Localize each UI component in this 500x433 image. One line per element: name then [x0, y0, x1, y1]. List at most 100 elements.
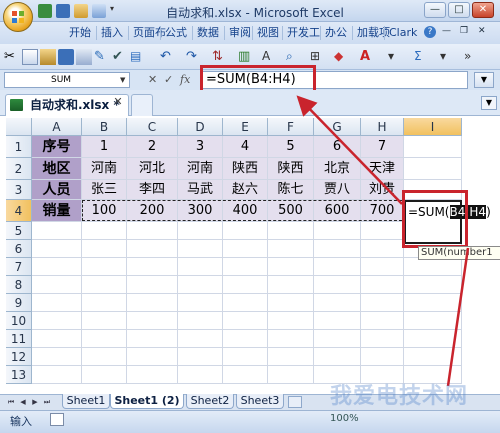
insert-sheet-icon[interactable]: [288, 396, 302, 408]
zoom-level[interactable]: 100%: [330, 413, 359, 424]
column-header-a[interactable]: A: [32, 118, 82, 136]
cell-b3[interactable]: 张三: [82, 180, 127, 200]
column-header-b[interactable]: B: [82, 118, 127, 136]
row-header-3[interactable]: 3: [6, 180, 32, 200]
select-all-corner[interactable]: [6, 118, 32, 136]
cell-i2[interactable]: [404, 158, 462, 180]
column-header-c[interactable]: C: [127, 118, 178, 136]
cell-f2[interactable]: 陕西: [268, 158, 314, 180]
cell-f6[interactable]: [268, 240, 314, 258]
cell-b13[interactable]: [82, 366, 127, 384]
function-tooltip[interactable]: SUM(number1: [418, 246, 500, 260]
cell-h5[interactable]: [361, 222, 404, 240]
print-icon[interactable]: [76, 49, 92, 65]
column-header-f[interactable]: F: [268, 118, 314, 136]
cell-d9[interactable]: [178, 294, 223, 312]
close-window-button[interactable]: ✕: [472, 2, 494, 18]
cell-b9[interactable]: [82, 294, 127, 312]
close-workbook-icon[interactable]: ✕: [111, 95, 125, 111]
cell-h3[interactable]: 刘贵: [361, 180, 404, 200]
cell-g5[interactable]: [314, 222, 361, 240]
cell-e10[interactable]: [223, 312, 268, 330]
cell-i9[interactable]: [404, 294, 462, 312]
tab-developer[interactable]: 开发工: [284, 24, 323, 42]
tab-office[interactable]: 办公: [322, 24, 350, 42]
cell-b1[interactable]: 1: [82, 136, 127, 158]
row-header-5[interactable]: 5: [6, 222, 32, 240]
cell-a8[interactable]: [32, 276, 82, 294]
cell-b10[interactable]: [82, 312, 127, 330]
cell-c12[interactable]: [127, 348, 178, 366]
cancel-formula-icon[interactable]: ✕: [148, 73, 157, 86]
cell-e12[interactable]: [223, 348, 268, 366]
cell-g2[interactable]: 北京: [314, 158, 361, 180]
cell-d6[interactable]: [178, 240, 223, 258]
cell-c8[interactable]: [127, 276, 178, 294]
sheet-tab[interactable]: Sheet2: [186, 394, 234, 409]
cell-h9[interactable]: [361, 294, 404, 312]
font-size-icon[interactable]: A: [262, 49, 278, 65]
function-icon[interactable]: Σ: [414, 49, 430, 65]
sort-icon[interactable]: ⇅: [212, 49, 228, 65]
column-header-i[interactable]: I: [404, 118, 462, 136]
cell-i12[interactable]: [404, 348, 462, 366]
cell-e3[interactable]: 赵六: [223, 180, 268, 200]
column-header-d[interactable]: D: [178, 118, 223, 136]
cell-a1[interactable]: 序号: [32, 136, 82, 158]
sheet-tab[interactable]: Sheet3: [236, 394, 284, 409]
cell-d3[interactable]: 马武: [178, 180, 223, 200]
cell-g7[interactable]: [314, 258, 361, 276]
cell-f3[interactable]: 陈七: [268, 180, 314, 200]
cell-g3[interactable]: 贾八: [314, 180, 361, 200]
row-header-11[interactable]: 11: [6, 330, 32, 348]
row-header-10[interactable]: 10: [6, 312, 32, 330]
sheet-tab[interactable]: Sheet1: [62, 394, 110, 409]
cell-a9[interactable]: [32, 294, 82, 312]
cell-e1[interactable]: 4: [223, 136, 268, 158]
tab-review[interactable]: 审阅: [226, 24, 254, 42]
borders-icon[interactable]: ⊞: [310, 49, 326, 65]
cell-i1[interactable]: [404, 136, 462, 158]
cell-i10[interactable]: [404, 312, 462, 330]
cell-h11[interactable]: [361, 330, 404, 348]
cell-f5[interactable]: [268, 222, 314, 240]
row-header-1[interactable]: 1: [6, 136, 32, 158]
tab-data[interactable]: 数据: [194, 24, 222, 42]
tab-home[interactable]: 开始: [66, 24, 94, 42]
row-header-12[interactable]: 12: [6, 348, 32, 366]
cell-d1[interactable]: 3: [178, 136, 223, 158]
cell-b2[interactable]: 河南: [82, 158, 127, 180]
tab-view[interactable]: 视图: [254, 24, 282, 42]
cell-c5[interactable]: [127, 222, 178, 240]
cell-a6[interactable]: [32, 240, 82, 258]
undo-icon[interactable]: [74, 4, 88, 18]
cell-e8[interactable]: [223, 276, 268, 294]
new-workbook-tab[interactable]: [131, 94, 153, 116]
ribbon-close-icon[interactable]: ✕: [478, 26, 492, 38]
cell-c10[interactable]: [127, 312, 178, 330]
tab-insert[interactable]: 插入: [98, 24, 126, 42]
copy-icon[interactable]: [22, 49, 38, 65]
row-header-4[interactable]: 4: [6, 200, 32, 222]
cell-f8[interactable]: [268, 276, 314, 294]
cell-d11[interactable]: [178, 330, 223, 348]
chart-icon[interactable]: ▥: [238, 49, 254, 65]
cell-d8[interactable]: [178, 276, 223, 294]
format-painter-icon[interactable]: ✎: [94, 49, 110, 65]
cell-f7[interactable]: [268, 258, 314, 276]
spell-check-icon[interactable]: ✔: [112, 49, 128, 65]
column-header-e[interactable]: E: [223, 118, 268, 136]
help-icon[interactable]: ?: [424, 26, 436, 38]
cell-b8[interactable]: [82, 276, 127, 294]
paste-icon[interactable]: [40, 49, 56, 65]
cell-b5[interactable]: [82, 222, 127, 240]
cell-d2[interactable]: 河南: [178, 158, 223, 180]
cell-g12[interactable]: [314, 348, 361, 366]
cell-c9[interactable]: [127, 294, 178, 312]
cell-g11[interactable]: [314, 330, 361, 348]
cell-d5[interactable]: [178, 222, 223, 240]
open-icon[interactable]: ▤: [130, 49, 146, 65]
office-button[interactable]: [3, 2, 33, 32]
tab-formulas[interactable]: 公式: [162, 24, 190, 42]
cell-a13[interactable]: [32, 366, 82, 384]
